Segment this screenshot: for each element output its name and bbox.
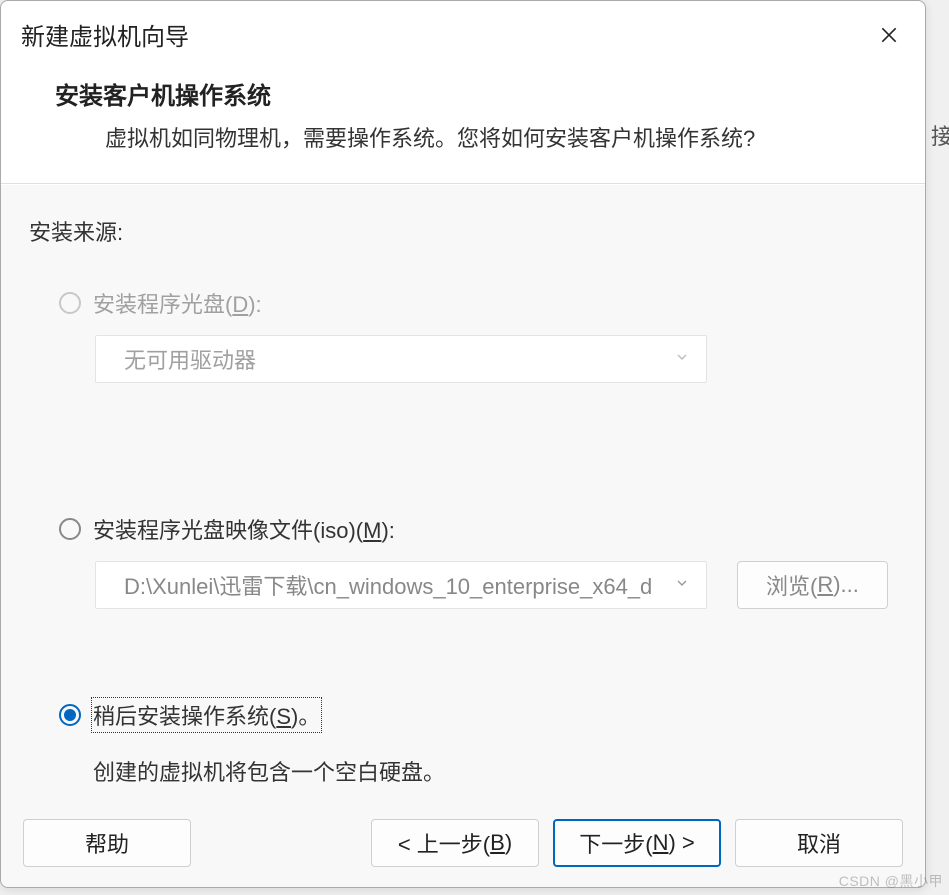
back-button[interactable]: < 上一步(B) bbox=[371, 819, 539, 867]
wizard-dialog: 新建虚拟机向导 安装客户机操作系统 虚拟机如同物理机，需要操作系统。您将如何安装… bbox=[0, 0, 926, 888]
iso-path-text: D:\Xunlei\迅雷下载\cn_windows_10_enterprise_… bbox=[124, 569, 652, 601]
option-later-description: 创建的虚拟机将包含一个空白硬盘。 bbox=[93, 755, 897, 787]
disc-drive-text: 无可用驱动器 bbox=[124, 343, 256, 375]
titlebar: 新建虚拟机向导 bbox=[1, 1, 925, 62]
radio-later-label-pre: 稍后安装操作系统( bbox=[93, 704, 276, 729]
radio-iso-label-pre: 安装程序光盘映像文件(iso)( bbox=[93, 518, 363, 543]
radio-later-label-post: )。 bbox=[291, 704, 320, 729]
content-area: 安装来源: 安装程序光盘(D): 无可用驱动器 安装程序光盘映像文 bbox=[1, 184, 925, 803]
background-fragment: 接 bbox=[931, 110, 949, 160]
next-label-pre: 下一步( bbox=[579, 827, 652, 859]
next-label-post: ) > bbox=[668, 830, 694, 856]
header-section: 安装客户机操作系统 虚拟机如同物理机，需要操作系统。您将如何安装客户机操作系统? bbox=[1, 62, 925, 184]
chevron-down-icon bbox=[674, 349, 690, 370]
browse-label-post: )... bbox=[833, 572, 859, 598]
browse-button[interactable]: 浏览(R)... bbox=[737, 561, 888, 609]
iso-controls-row: D:\Xunlei\迅雷下载\cn_windows_10_enterprise_… bbox=[95, 561, 897, 609]
radio-disc-label: 安装程序光盘(D): bbox=[93, 287, 262, 319]
close-icon bbox=[879, 25, 899, 45]
option-iso-row[interactable]: 安装程序光盘映像文件(iso)(M): bbox=[59, 513, 897, 545]
install-source-group: 安装程序光盘(D): 无可用驱动器 安装程序光盘映像文件(iso)(M): D: bbox=[29, 287, 897, 787]
watermark: CSDN @黑小甲 bbox=[839, 871, 943, 891]
option-disc-row: 安装程序光盘(D): bbox=[59, 287, 897, 319]
header-subtitle: 虚拟机如同物理机，需要操作系统。您将如何安装客户机操作系统? bbox=[55, 121, 905, 153]
back-hotkey: B bbox=[490, 830, 505, 856]
next-hotkey: N bbox=[653, 830, 669, 856]
radio-later-label: 稍后安装操作系统(S)。 bbox=[93, 699, 320, 731]
radio-iso[interactable] bbox=[59, 518, 81, 540]
back-label-pre: < 上一步( bbox=[398, 827, 490, 859]
radio-disc-label-post: ): bbox=[248, 292, 261, 317]
radio-later[interactable] bbox=[59, 704, 81, 726]
radio-later-hotkey: S bbox=[276, 704, 291, 729]
source-label: 安装来源: bbox=[29, 215, 897, 247]
radio-iso-label: 安装程序光盘映像文件(iso)(M): bbox=[93, 513, 395, 545]
back-label-post: ) bbox=[505, 830, 512, 856]
help-button[interactable]: 帮助 bbox=[23, 819, 191, 867]
iso-path-dropdown[interactable]: D:\Xunlei\迅雷下载\cn_windows_10_enterprise_… bbox=[95, 561, 707, 609]
header-heading: 安装客户机操作系统 bbox=[55, 76, 905, 111]
cancel-button[interactable]: 取消 bbox=[735, 819, 903, 867]
close-button[interactable] bbox=[873, 19, 905, 51]
option-later-row[interactable]: 稍后安装操作系统(S)。 bbox=[59, 699, 897, 731]
next-button[interactable]: 下一步(N) > bbox=[553, 819, 721, 867]
disc-drive-dropdown: 无可用驱动器 bbox=[95, 335, 707, 383]
radio-disc-hotkey: D bbox=[232, 292, 248, 317]
radio-disc-label-pre: 安装程序光盘( bbox=[93, 292, 232, 317]
browse-label-pre: 浏览( bbox=[766, 569, 817, 601]
radio-disc bbox=[59, 292, 81, 314]
dialog-title: 新建虚拟机向导 bbox=[21, 17, 189, 52]
chevron-down-icon bbox=[674, 575, 690, 596]
radio-iso-label-post: ): bbox=[381, 518, 394, 543]
radio-iso-hotkey: M bbox=[363, 518, 381, 543]
browse-hotkey: R bbox=[817, 572, 833, 598]
footer: 帮助 < 上一步(B) 下一步(N) > 取消 bbox=[1, 803, 925, 887]
